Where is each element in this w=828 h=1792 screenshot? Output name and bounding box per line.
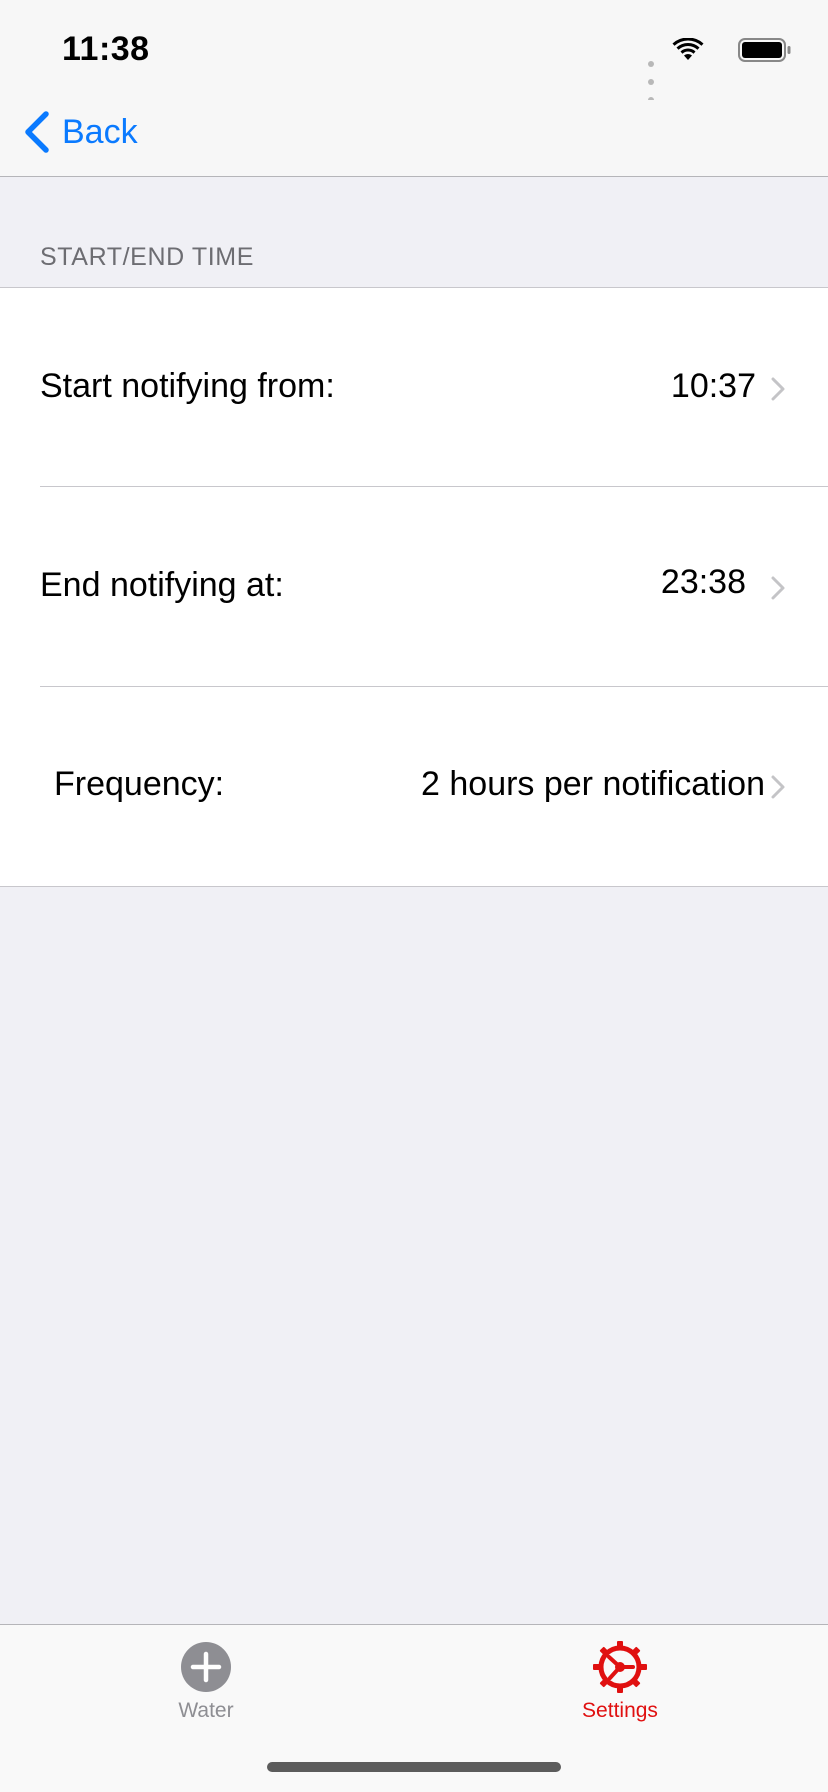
tab-water[interactable]: Water — [116, 1641, 296, 1731]
navigation-bar: Back — [0, 100, 828, 177]
battery-icon — [738, 38, 791, 62]
status-time: 11:38 — [62, 30, 150, 68]
start-time-row[interactable]: Start notifying from: 10:37 — [0, 288, 828, 487]
end-time-value: 23:38 — [660, 563, 746, 601]
chevron-right-icon — [771, 576, 785, 600]
frequency-row[interactable]: Frequency: 2 hours per notification — [0, 688, 828, 887]
tab-settings-label: Settings — [582, 1699, 658, 1722]
back-label: Back — [62, 112, 138, 151]
end-time-label: End notifying at: — [40, 566, 284, 604]
frequency-value: 2 hours per notification — [421, 765, 765, 803]
chevron-right-icon — [771, 377, 785, 401]
chevron-left-icon — [25, 111, 49, 153]
end-time-row[interactable]: End notifying at: 23:38 — [0, 487, 828, 686]
back-button[interactable]: Back — [22, 108, 138, 156]
plus-circle-icon — [181, 1642, 231, 1692]
tab-water-label: Water — [178, 1699, 234, 1722]
home-indicator — [267, 1762, 561, 1772]
status-bar: 11:38 — [0, 0, 828, 121]
chevron-right-icon — [771, 775, 785, 799]
section-header: START/END TIME — [40, 243, 254, 271]
start-time-value: 10:37 — [670, 367, 756, 405]
gear-icon — [593, 1641, 647, 1693]
frequency-label: Frequency: — [54, 765, 225, 803]
row-divider — [40, 686, 828, 687]
tab-settings[interactable]: Settings — [530, 1641, 710, 1731]
wifi-icon — [672, 38, 704, 60]
start-time-label: Start notifying from: — [40, 367, 335, 405]
settings-table: Start notifying from: 10:37 End notifyin… — [0, 287, 828, 887]
